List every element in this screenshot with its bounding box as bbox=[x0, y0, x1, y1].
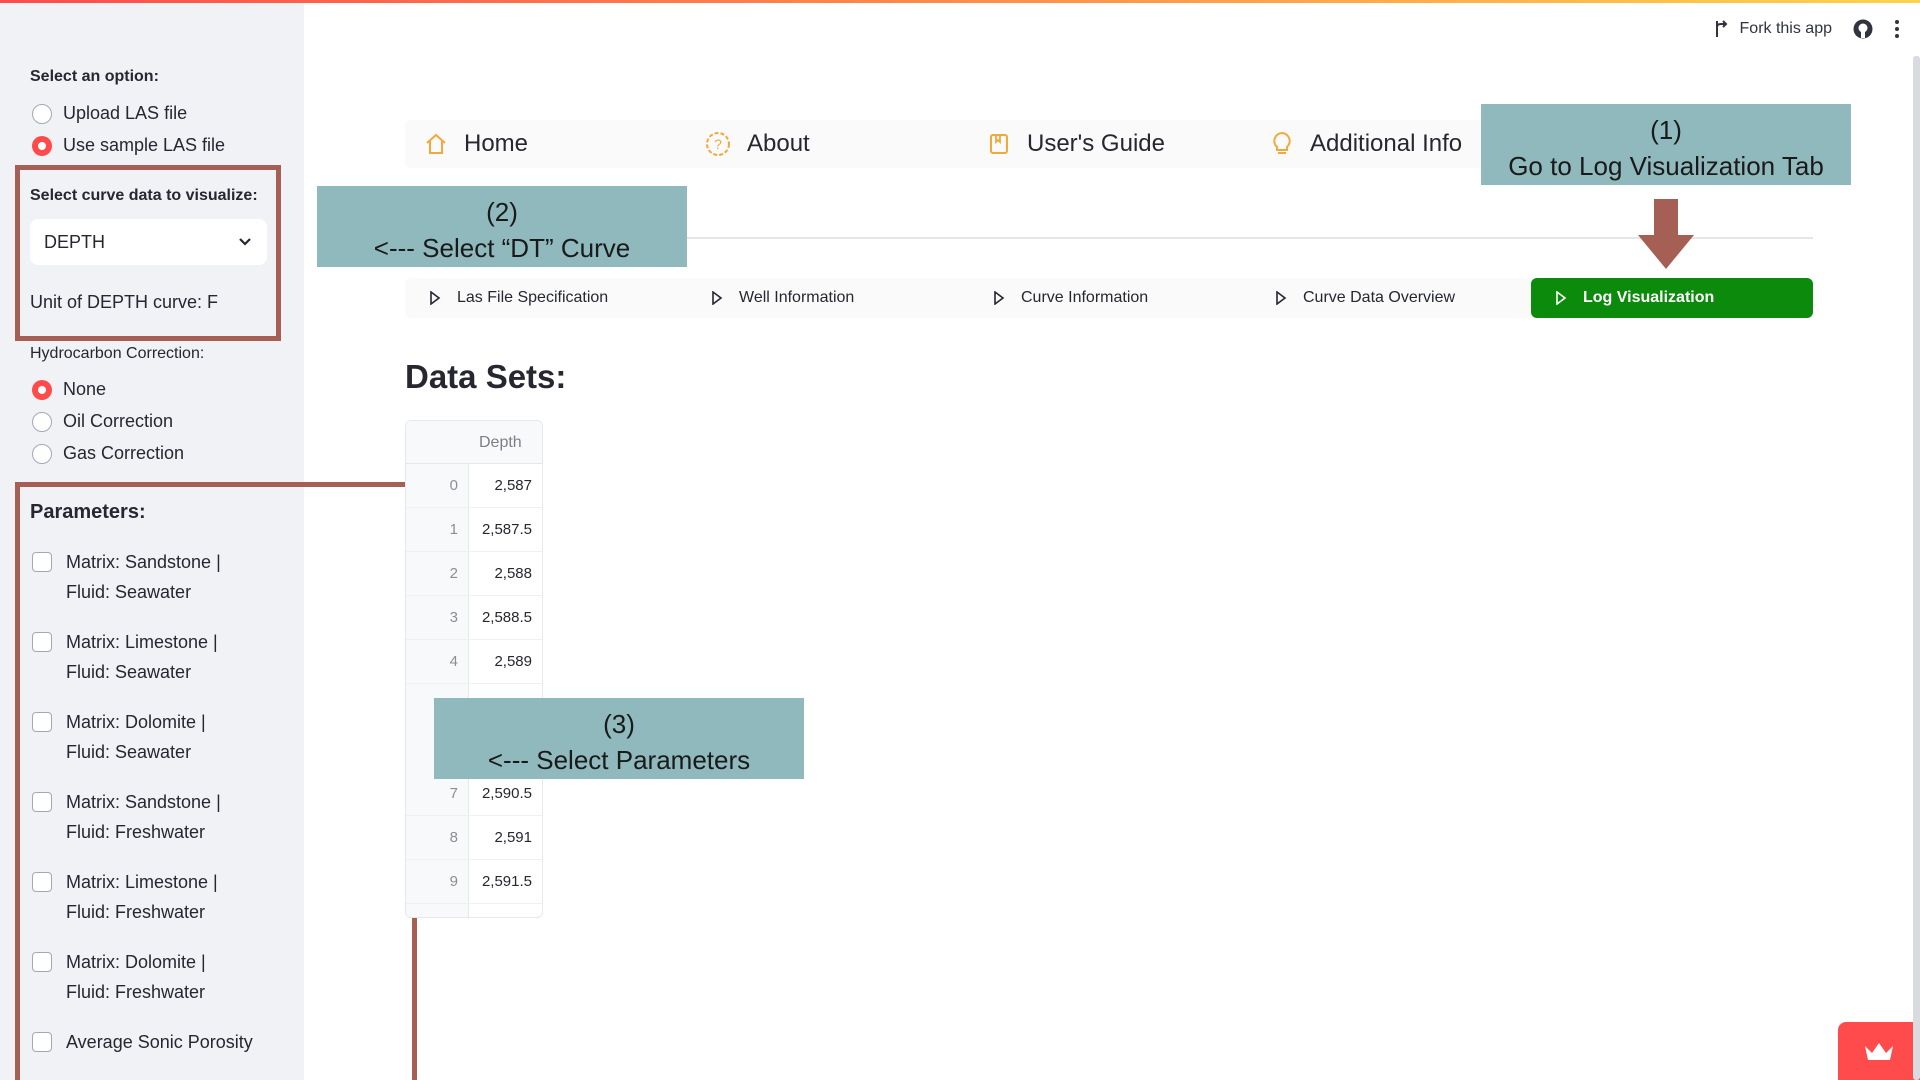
radio-label: Upload LAS file bbox=[63, 103, 188, 123]
nav-label: About bbox=[747, 130, 810, 157]
arrow-down-icon bbox=[1638, 199, 1694, 269]
radio-button-selected[interactable] bbox=[32, 379, 52, 400]
scrollbar[interactable] bbox=[1913, 56, 1920, 1080]
callout-text: <--- Select “DT” Curve bbox=[373, 233, 631, 263]
table-row: 2 2,588 bbox=[406, 552, 542, 596]
row-value: 2,591 bbox=[494, 829, 532, 846]
streamlit-badge[interactable] bbox=[1838, 1022, 1920, 1080]
radio-label: Use sample LAS file bbox=[63, 135, 226, 155]
toolbar: Fork this app bbox=[1713, 18, 1900, 40]
tab-log-visualization[interactable]: Log Visualization bbox=[1531, 278, 1813, 318]
tab-label: Curve Information bbox=[1021, 289, 1149, 306]
row-index: 2 bbox=[449, 565, 458, 582]
highlight-box-parameters bbox=[15, 482, 417, 1080]
github-icon[interactable] bbox=[1852, 18, 1874, 40]
row-index: 7 bbox=[449, 785, 458, 802]
radio-button[interactable] bbox=[32, 103, 52, 124]
row-index: 1 bbox=[449, 521, 458, 538]
radio-hc-none[interactable]: None bbox=[32, 379, 106, 400]
highlight-box-curve bbox=[15, 165, 281, 341]
callout-number: (2) bbox=[486, 197, 518, 227]
row-value: 2,589 bbox=[494, 653, 532, 670]
nav-about[interactable]: ? About bbox=[705, 120, 810, 168]
row-index: 4 bbox=[449, 653, 458, 670]
table-row: 0 2,587 bbox=[406, 464, 542, 508]
nav-label: Additional Info bbox=[1310, 130, 1463, 157]
tab-curve-data-overview[interactable]: Curve Data Overview bbox=[1275, 278, 1455, 318]
radio-button[interactable] bbox=[32, 411, 52, 432]
callout-text: Go to Log Visualization Tab bbox=[1508, 151, 1824, 181]
fork-app-button[interactable]: Fork this app bbox=[1713, 19, 1832, 39]
nav-users-guide[interactable]: User's Guide bbox=[987, 120, 1165, 168]
tab-las-file-specification[interactable]: Las File Specification bbox=[429, 278, 608, 318]
play-icon bbox=[1276, 291, 1287, 305]
tab-label: Las File Specification bbox=[457, 289, 609, 306]
table-header bbox=[406, 421, 542, 464]
radio-label: None bbox=[63, 379, 107, 399]
svg-text:?: ? bbox=[714, 136, 722, 152]
row-value: 2,587 bbox=[494, 477, 532, 494]
lightbulb-icon bbox=[1273, 131, 1291, 154]
play-icon bbox=[994, 291, 1005, 305]
table-row: 3 2,588.5 bbox=[406, 596, 542, 640]
more-menu-icon[interactable] bbox=[1894, 19, 1900, 39]
play-icon bbox=[430, 291, 441, 305]
row-index: 9 bbox=[449, 873, 458, 890]
play-icon bbox=[712, 291, 723, 305]
callout-text: <--- Select Parameters bbox=[487, 745, 751, 775]
radio-label: Oil Correction bbox=[63, 411, 174, 431]
row-value: 2,587.5 bbox=[481, 521, 532, 538]
table-row: 9 2,591.5 bbox=[406, 860, 542, 904]
nav-label: User's Guide bbox=[1027, 130, 1165, 157]
tab-well-information[interactable]: Well Information bbox=[711, 278, 854, 318]
fork-label: Fork this app bbox=[1739, 20, 1832, 37]
fork-icon bbox=[1715, 20, 1727, 37]
question-icon: ? bbox=[706, 132, 730, 156]
data-sets-heading: Data Sets: bbox=[405, 358, 567, 395]
crown-icon bbox=[1865, 1043, 1893, 1060]
nav-label: Home bbox=[464, 130, 529, 157]
radio-hc-gas[interactable]: Gas Correction bbox=[32, 443, 184, 464]
hc-correction-label: Hydrocarbon Correction: bbox=[30, 345, 205, 362]
radio-upload-las[interactable]: Upload LAS file bbox=[32, 103, 187, 124]
radio-sample-las[interactable]: Use sample LAS file bbox=[32, 135, 225, 156]
row-index: 8 bbox=[449, 829, 458, 846]
radio-label: Gas Correction bbox=[63, 443, 185, 463]
nav-home[interactable]: Home bbox=[424, 120, 528, 168]
table-row: 4 2,589 bbox=[406, 640, 542, 684]
select-option-label: Select an option: bbox=[30, 68, 159, 85]
callout-log-visualization: (1) Go to Log Visualization Tab bbox=[1481, 104, 1851, 185]
row-value: 2,588.5 bbox=[481, 609, 532, 626]
callout-select-parameters: (3) <--- Select Parameters bbox=[434, 698, 804, 779]
data-table[interactable]: Depth 0 2,587 1 2,587.5 2 2,588 3 2,588.5 4 2… bbox=[405, 420, 543, 918]
tab-label: Well Information bbox=[739, 289, 855, 306]
table-header-depth: Depth bbox=[479, 434, 522, 451]
row-index: 0 bbox=[449, 477, 458, 494]
row-value: 2,588 bbox=[494, 565, 532, 582]
callout-number: (1) bbox=[1650, 115, 1682, 145]
row-value: 2,590.5 bbox=[481, 785, 532, 802]
home-icon bbox=[426, 133, 446, 154]
radio-hc-oil[interactable]: Oil Correction bbox=[32, 411, 173, 432]
book-icon bbox=[990, 134, 1008, 154]
tab-label: Log Visualization bbox=[1583, 289, 1715, 306]
tab-curve-information[interactable]: Curve Information bbox=[993, 278, 1148, 318]
nav-additional-info[interactable]: Additional Info bbox=[1270, 120, 1462, 168]
play-icon bbox=[1556, 291, 1567, 305]
row-value: 2,591.5 bbox=[481, 873, 532, 890]
callout-select-curve: (2) <--- Select “DT” Curve bbox=[317, 186, 687, 267]
radio-button[interactable] bbox=[32, 443, 52, 464]
row-index: 3 bbox=[449, 609, 458, 626]
table-row: 1 2,587.5 bbox=[406, 508, 542, 552]
callout-number: (3) bbox=[603, 709, 635, 739]
table-row: 8 2,591 bbox=[406, 816, 542, 860]
radio-button-selected[interactable] bbox=[32, 135, 52, 156]
tab-label: Curve Data Overview bbox=[1303, 289, 1456, 306]
